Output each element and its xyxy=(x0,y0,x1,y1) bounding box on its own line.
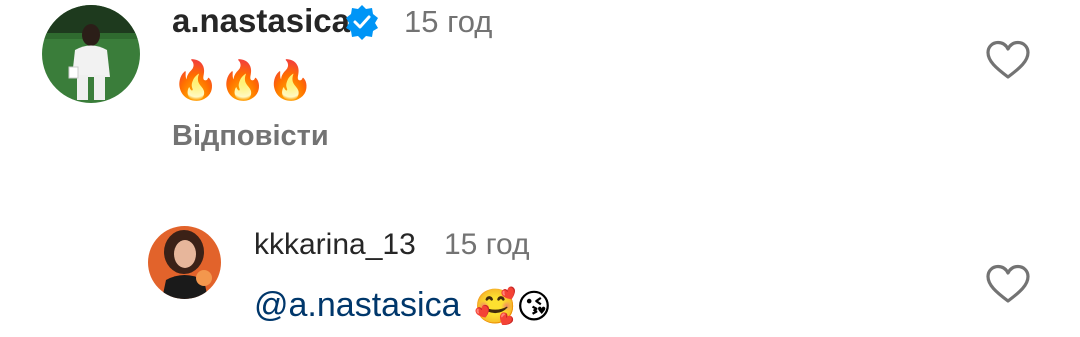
like-button[interactable] xyxy=(985,40,1031,80)
avatar[interactable] xyxy=(42,5,140,103)
verified-badge-icon xyxy=(344,4,380,40)
comment-text: 🔥🔥🔥 xyxy=(172,56,314,104)
mention-link[interactable]: @a.nastasica xyxy=(254,286,461,324)
reply-button[interactable]: Відповісти xyxy=(172,120,329,153)
comment-username[interactable]: a.nastasica xyxy=(172,2,350,40)
heart-outline-icon xyxy=(986,40,1030,79)
avatar-photo xyxy=(42,5,140,103)
comment-text: @a.nastasica 🥰😘 xyxy=(254,282,552,330)
comment-username[interactable]: kkkarina_13 xyxy=(254,228,416,262)
avatar-photo xyxy=(148,226,221,299)
heart-outline-icon xyxy=(986,264,1030,303)
comment-timestamp: 15 год xyxy=(444,228,530,261)
comment-item: a.nastasica 15 год 🔥🔥🔥 Відповісти xyxy=(0,0,1080,190)
emoji-text: 🥰😘 xyxy=(473,288,552,327)
comment-timestamp: 15 год xyxy=(404,4,493,39)
like-button[interactable] xyxy=(985,264,1031,304)
fire-emoji-text: 🔥🔥🔥 xyxy=(172,59,314,102)
avatar[interactable] xyxy=(148,226,221,299)
comment-item: kkkarina_13 15 год @a.nastasica 🥰😘 xyxy=(0,190,1080,337)
